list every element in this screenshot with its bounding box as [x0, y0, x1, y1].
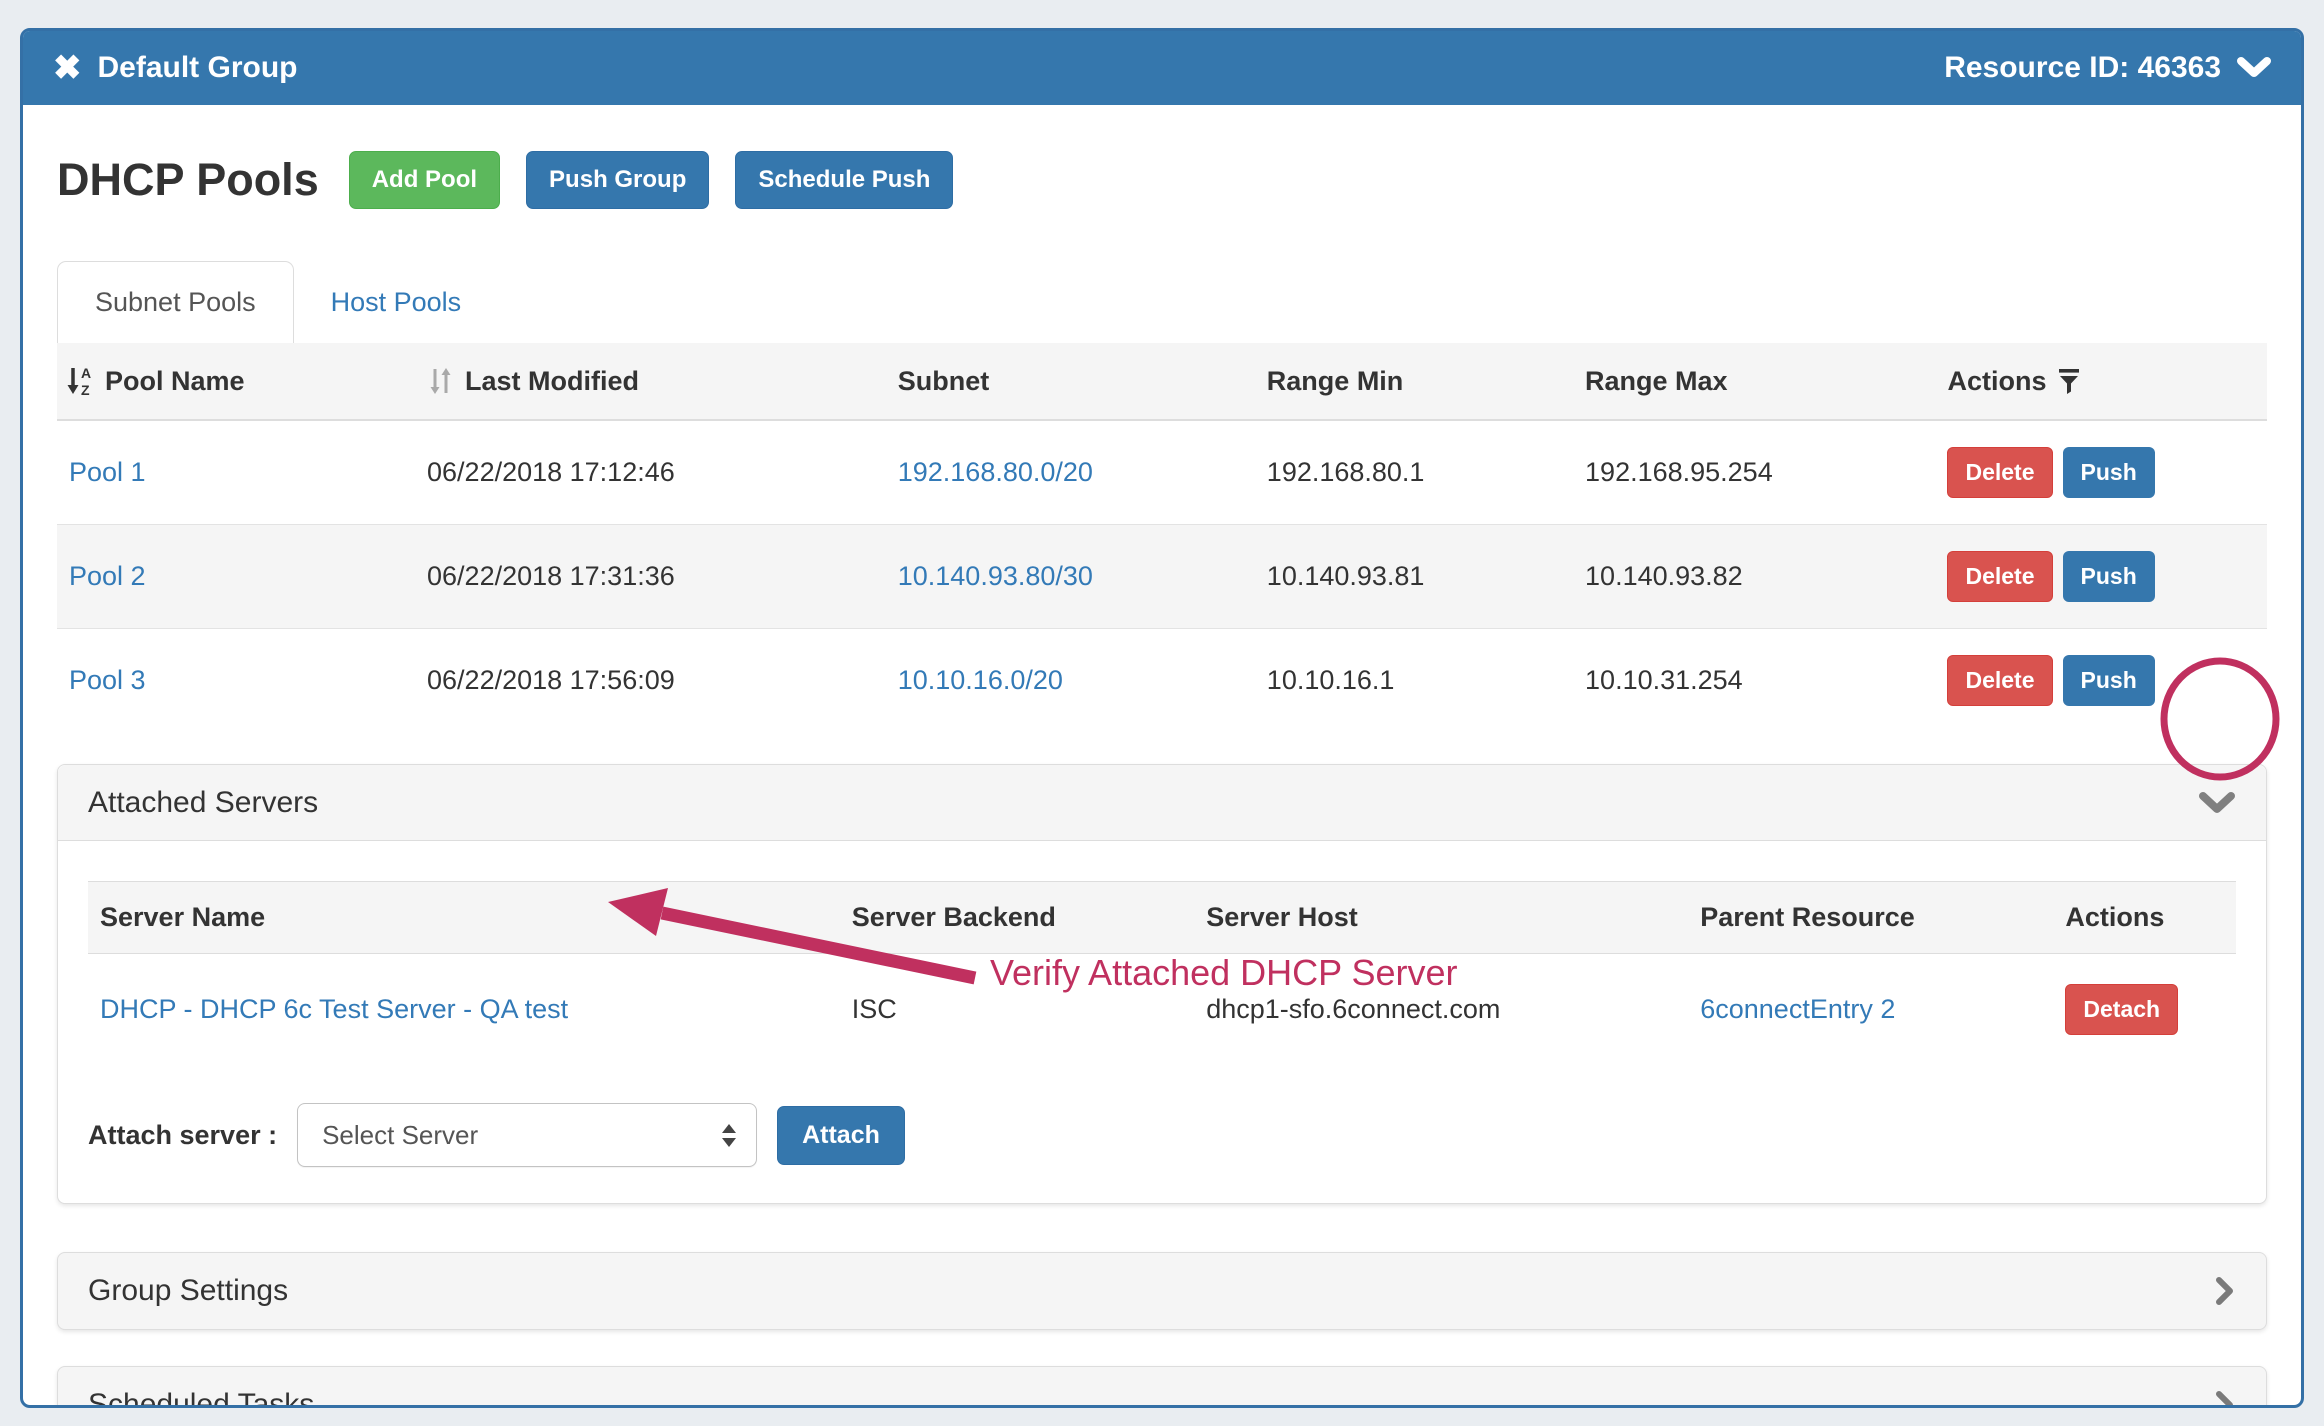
page: ✖ Default Group Resource ID: 46363 DHCP … [0, 0, 2324, 1426]
server-table: Server Name Server Backend Server Host P… [88, 881, 2236, 1065]
chevron-down-icon[interactable] [2237, 57, 2271, 79]
column-header-server-name: Server Name [88, 882, 840, 954]
range-min: 10.140.93.81 [1255, 525, 1573, 629]
detach-button[interactable]: Detach [2065, 984, 2178, 1035]
attached-servers-panel: Attached Servers Server Name [57, 764, 2267, 1204]
column-header-pool-name[interactable]: A Z Pool Name [57, 343, 415, 420]
sort-icon[interactable] [427, 366, 455, 396]
resource-id-label: Resource ID: 46363 [1944, 51, 2221, 85]
push-group-button[interactable]: Push Group [526, 151, 709, 209]
add-pool-button[interactable]: Add Pool [349, 151, 500, 209]
range-max: 10.140.93.82 [1573, 525, 1935, 629]
attached-servers-body: Server Name Server Backend Server Host P… [58, 841, 2266, 1203]
column-header-server-actions: Actions [2053, 882, 2236, 954]
push-button[interactable]: Push [2063, 551, 2155, 602]
tab-host-pools[interactable]: Host Pools [294, 262, 499, 343]
server-table-header-row: Server Name Server Backend Server Host P… [88, 882, 2236, 954]
pool-name-link[interactable]: Pool 2 [69, 561, 146, 591]
scheduled-tasks-panel: Scheduled Tasks [57, 1366, 2267, 1408]
last-modified-header-label: Last Modified [465, 366, 639, 397]
attach-server-select[interactable]: Select Server [297, 1103, 757, 1167]
sort-alpha-asc-icon[interactable]: A Z [65, 365, 95, 397]
pool-row: Pool 2 06/22/2018 17:31:36 10.140.93.80/… [57, 525, 2267, 629]
chevron-right-icon[interactable] [2214, 1390, 2236, 1408]
pool-table: A Z Pool Name [57, 343, 2267, 732]
attach-server-label: Attach server : [88, 1120, 277, 1151]
attach-server-row: Attach server : Select Server Attach [88, 1103, 2236, 1167]
delete-button[interactable]: Delete [1947, 447, 2052, 498]
attach-button[interactable]: Attach [777, 1106, 905, 1165]
pool-modified: 06/22/2018 17:56:09 [415, 629, 886, 733]
column-header-server-backend: Server Backend [840, 882, 1194, 954]
column-header-actions: Actions [1935, 343, 2267, 420]
select-carets-icon [722, 1124, 736, 1147]
svg-text:Z: Z [81, 382, 90, 397]
pool-row: Pool 1 06/22/2018 17:12:46 192.168.80.0/… [57, 420, 2267, 525]
column-header-range-min: Range Min [1255, 343, 1573, 420]
group-title: Default Group [98, 51, 298, 85]
subnet-link[interactable]: 192.168.80.0/20 [898, 457, 1093, 487]
page-title: DHCP Pools [57, 154, 319, 206]
pool-modified: 06/22/2018 17:12:46 [415, 420, 886, 525]
server-name-link[interactable]: DHCP - DHCP 6c Test Server - QA test [100, 994, 568, 1024]
attached-servers-title: Attached Servers [88, 786, 318, 820]
delete-button[interactable]: Delete [1947, 655, 2052, 706]
pool-modified: 06/22/2018 17:31:36 [415, 525, 886, 629]
close-icon[interactable]: ✖ [53, 51, 82, 85]
scheduled-tasks-header[interactable]: Scheduled Tasks [58, 1367, 2266, 1408]
column-header-subnet: Subnet [886, 343, 1255, 420]
column-header-range-max: Range Max [1573, 343, 1935, 420]
default-group-card: ✖ Default Group Resource ID: 46363 DHCP … [20, 28, 2304, 1408]
range-min: 192.168.80.1 [1255, 420, 1573, 525]
card-content: DHCP Pools Add Pool Push Group Schedule … [23, 105, 2301, 1408]
pool-row: Pool 3 06/22/2018 17:56:09 10.10.16.0/20… [57, 629, 2267, 733]
title-row: DHCP Pools Add Pool Push Group Schedule … [57, 151, 2267, 209]
range-min: 10.10.16.1 [1255, 629, 1573, 733]
server-backend: ISC [840, 954, 1194, 1066]
chevron-right-icon[interactable] [2214, 1276, 2236, 1306]
range-max: 192.168.95.254 [1573, 420, 1935, 525]
column-header-parent-resource: Parent Resource [1688, 882, 2053, 954]
server-host: dhcp1-sfo.6connect.com [1194, 954, 1688, 1066]
push-button[interactable]: Push [2063, 655, 2155, 706]
pool-name-link[interactable]: Pool 3 [69, 665, 146, 695]
pool-tabs: Subnet Pools Host Pools [57, 261, 2267, 343]
filter-icon[interactable] [2056, 367, 2082, 395]
group-header-bar: ✖ Default Group Resource ID: 46363 [23, 31, 2301, 105]
pool-table-header-row: A Z Pool Name [57, 343, 2267, 420]
tab-subnet-pools[interactable]: Subnet Pools [57, 261, 294, 343]
server-row: DHCP - DHCP 6c Test Server - QA test ISC… [88, 954, 2236, 1066]
pool-name-link[interactable]: Pool 1 [69, 457, 146, 487]
push-button[interactable]: Push [2063, 447, 2155, 498]
group-settings-panel: Group Settings [57, 1252, 2267, 1330]
subnet-link[interactable]: 10.140.93.80/30 [898, 561, 1093, 591]
group-settings-header[interactable]: Group Settings [58, 1253, 2266, 1329]
group-settings-title: Group Settings [88, 1274, 288, 1308]
delete-button[interactable]: Delete [1947, 551, 2052, 602]
actions-header-label: Actions [1947, 366, 2046, 397]
column-header-last-modified[interactable]: Last Modified [415, 343, 886, 420]
select-value: Select Server [322, 1120, 722, 1151]
parent-resource-link[interactable]: 6connectEntry 2 [1700, 994, 1895, 1024]
column-header-server-host: Server Host [1194, 882, 1688, 954]
pool-name-header-label: Pool Name [105, 366, 245, 397]
scheduled-tasks-title: Scheduled Tasks [88, 1388, 314, 1408]
subnet-link[interactable]: 10.10.16.0/20 [898, 665, 1063, 695]
schedule-push-button[interactable]: Schedule Push [735, 151, 953, 209]
range-max: 10.10.31.254 [1573, 629, 1935, 733]
attached-servers-header[interactable]: Attached Servers [58, 765, 2266, 841]
svg-text:A: A [81, 365, 91, 381]
collapse-chevron-down-icon[interactable] [2198, 791, 2236, 815]
